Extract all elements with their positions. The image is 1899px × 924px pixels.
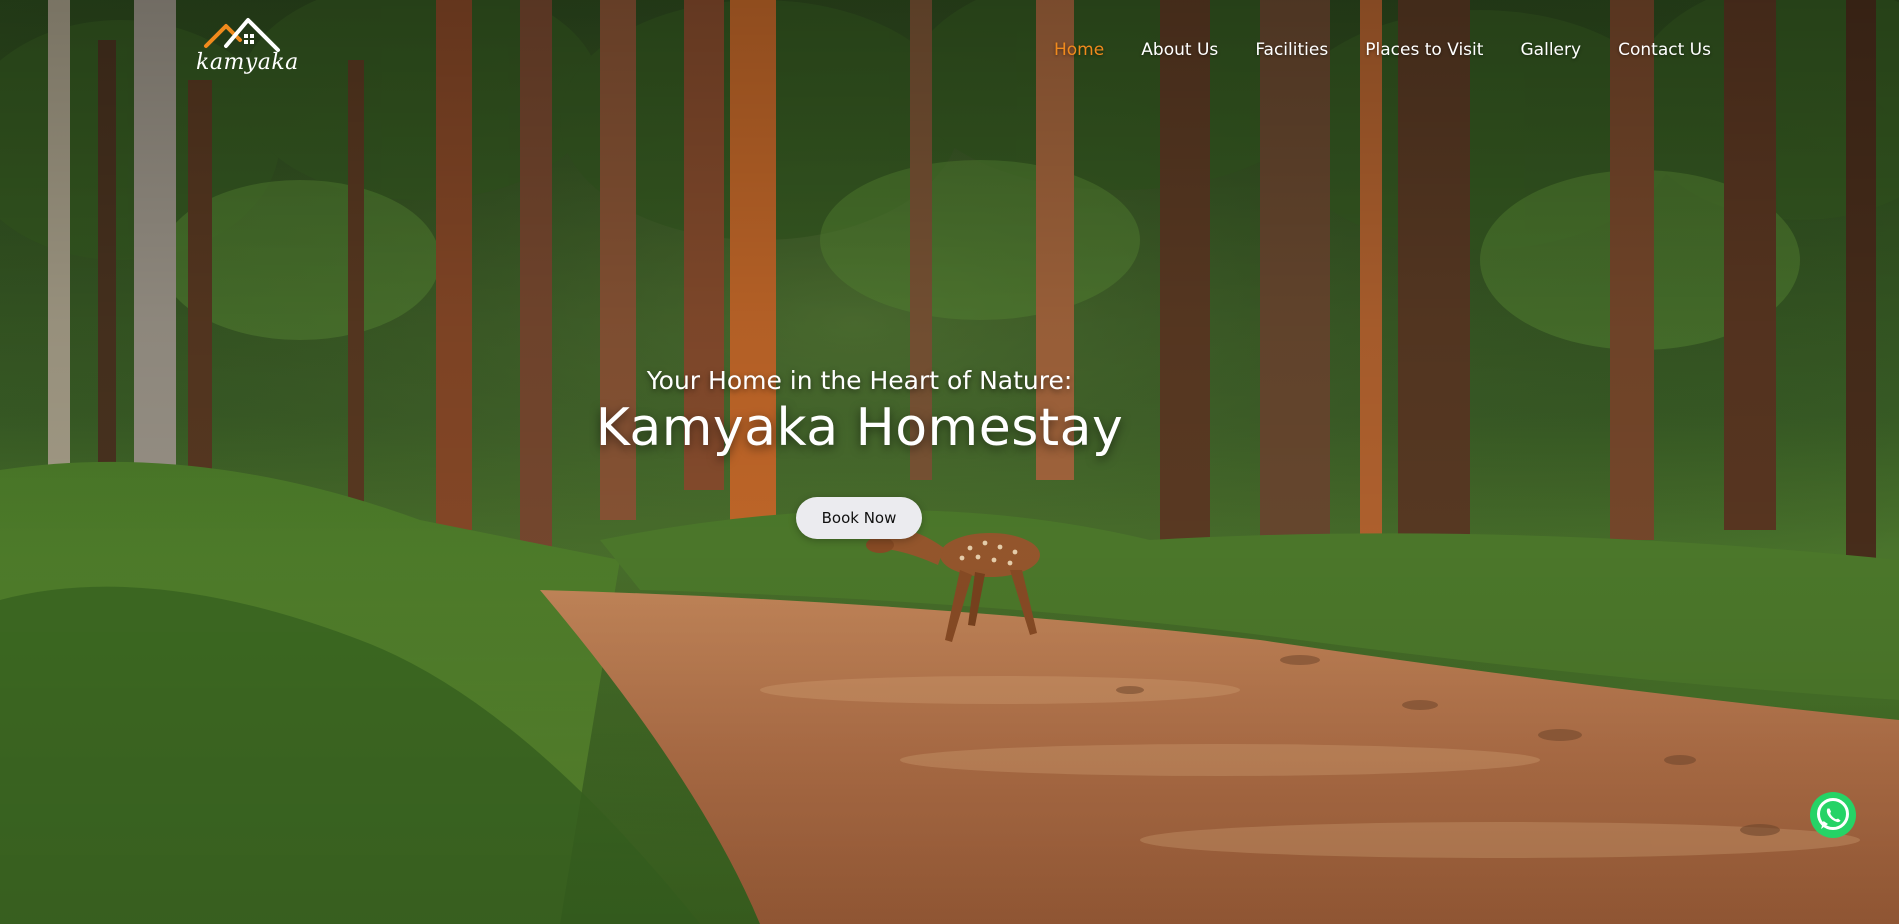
book-now-button[interactable]: Book Now xyxy=(796,497,922,539)
brand-logo-text: kamyaka xyxy=(196,50,299,75)
hero-title: Kamyaka Homestay xyxy=(595,398,1124,458)
brand-logo[interactable]: kamyaka xyxy=(196,16,299,88)
nav-item-home[interactable]: Home xyxy=(1054,40,1104,60)
whatsapp-button[interactable] xyxy=(1809,791,1857,839)
nav-item-facilities[interactable]: Facilities xyxy=(1255,40,1328,60)
main-nav: Home About Us Facilities Places to Visit… xyxy=(1054,40,1711,60)
nav-item-gallery[interactable]: Gallery xyxy=(1521,40,1582,60)
whatsapp-icon xyxy=(1810,792,1856,838)
nav-item-contact-us[interactable]: Contact Us xyxy=(1618,40,1711,60)
hero-background xyxy=(0,0,1899,924)
nav-item-about-us[interactable]: About Us xyxy=(1141,40,1218,60)
nav-item-places-to-visit[interactable]: Places to Visit xyxy=(1365,40,1483,60)
hero-tagline: Your Home in the Heart of Nature: xyxy=(646,366,1073,395)
